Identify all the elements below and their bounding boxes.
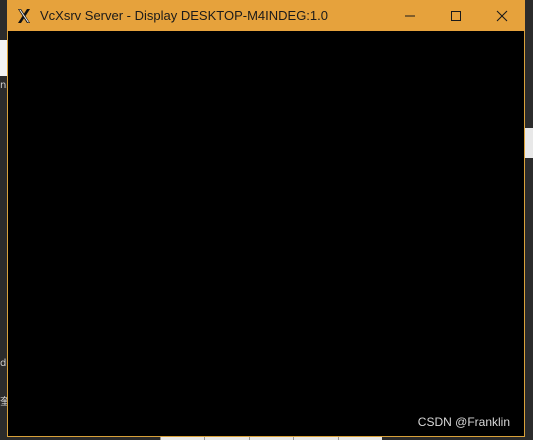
minimize-button[interactable] (387, 0, 433, 31)
x-logo-icon[interactable] (15, 7, 33, 25)
minimize-icon (405, 15, 415, 16)
background-window-fragment (525, 128, 533, 158)
maximize-button[interactable] (433, 0, 479, 31)
vcxsrv-window[interactable]: VcXsrv Server - Display DESKTOP-M4INDEG:… (7, 0, 525, 437)
maximize-icon (451, 10, 461, 21)
close-button[interactable] (479, 0, 525, 31)
close-icon (496, 10, 508, 21)
watermark-text: CSDN @Franklin (417, 415, 510, 429)
title-bar[interactable]: VcXsrv Server - Display DESKTOP-M4INDEG:… (7, 0, 525, 31)
x-display-area[interactable]: CSDN @Franklin (8, 31, 524, 436)
window-title: VcXsrv Server - Display DESKTOP-M4INDEG:… (40, 8, 328, 23)
